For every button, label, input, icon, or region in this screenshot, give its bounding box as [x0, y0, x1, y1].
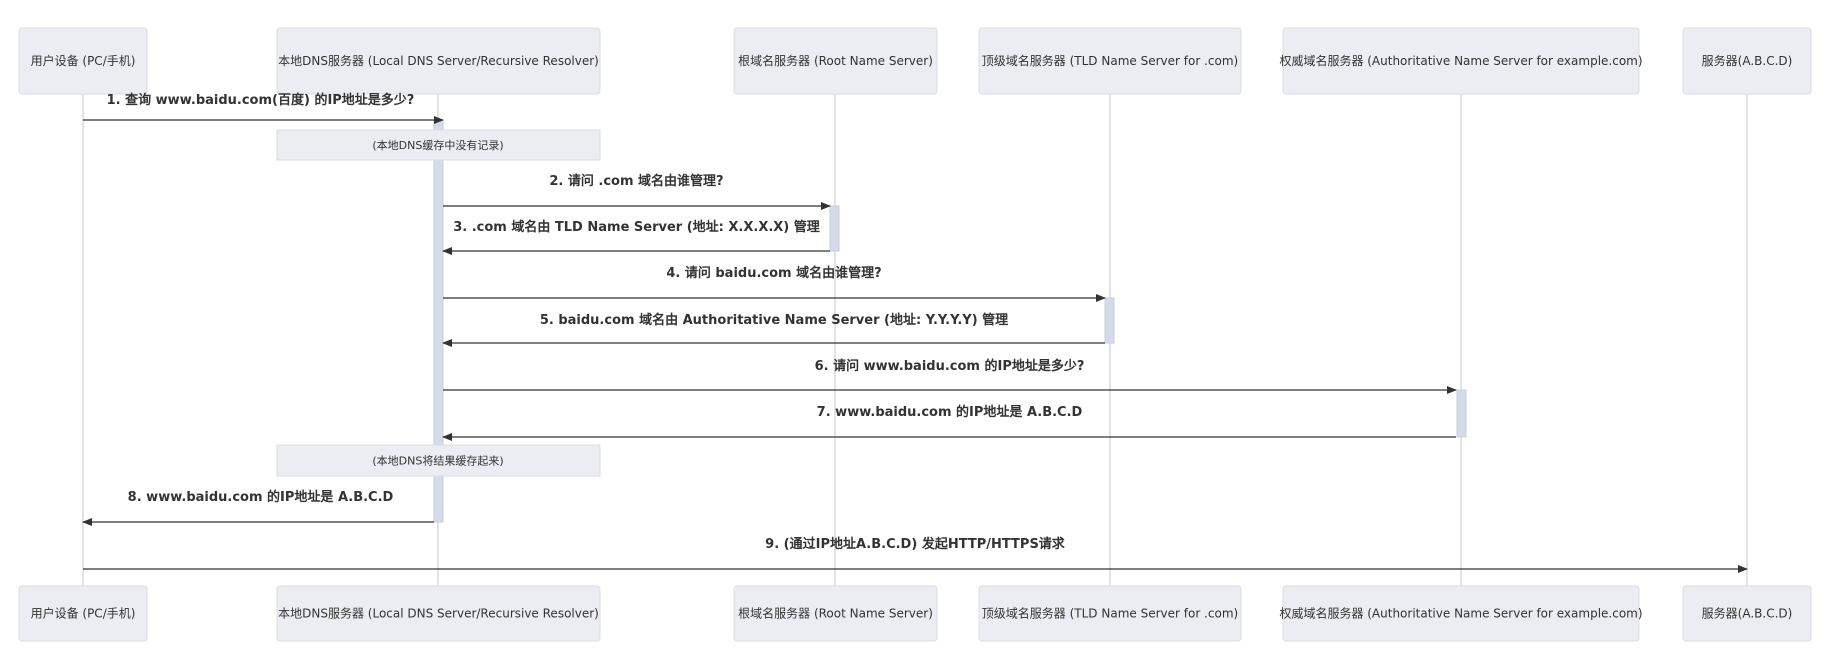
- message-label: 9. (通过IP地址A.B.C.D) 发起HTTP/HTTPS请求: [765, 536, 1066, 552]
- message: 5. baidu.com 域名由 Authoritative Name Serv…: [442, 312, 1105, 347]
- message: 8. www.baidu.com 的IP地址是 A.B.C.D: [82, 489, 434, 526]
- message: 2. 请问 .com 域名由谁管理?: [443, 173, 831, 210]
- note: (本地DNS缓存中没有记录): [276, 129, 601, 161]
- participant-label: 权威域名服务器 (Authoritative Name Server for e…: [1279, 606, 1642, 621]
- participant-bottom[interactable]: 根域名服务器 (Root Name Server): [733, 585, 938, 642]
- sequence-diagram: 用户设备 (PC/手机) 用户设备 (PC/手机) 本地DNS服务器 (Local …: [18, 27, 1812, 642]
- participant-label: 根域名服务器 (Root Name Server): [738, 606, 933, 621]
- participant-label: 顶级域名服务器 (TLD Name Server for .com): [982, 606, 1238, 621]
- message-label: 7. www.baidu.com 的IP地址是 A.B.C.D: [817, 404, 1083, 420]
- participant-top[interactable]: 顶级域名服务器 (TLD Name Server for .com): [978, 27, 1242, 95]
- message-label: 2. 请问 .com 域名由谁管理?: [549, 173, 723, 189]
- participant-top[interactable]: 用户设备 (PC/手机): [18, 27, 148, 95]
- participant-label: 用户设备 (PC/手机): [31, 53, 136, 68]
- participant-label: 服务器(A.B.C.D): [1702, 53, 1793, 68]
- message-label: 3. .com 域名由 TLD Name Server (地址: X.X.X.X…: [453, 219, 820, 235]
- participant-top[interactable]: 本地DNS服务器 (Local DNS Server/Recursive Res…: [276, 27, 601, 95]
- participant-label: 本地DNS服务器 (Local DNS Server/Recursive Res…: [278, 53, 599, 68]
- participant-label: 权威域名服务器 (Authoritative Name Server for e…: [1279, 53, 1642, 68]
- message: 1. 查询 www.baidu.com(百度) 的IP地址是多少?: [83, 92, 444, 124]
- message: 3. .com 域名由 TLD Name Server (地址: X.X.X.X…: [442, 219, 830, 255]
- message-label: 5. baidu.com 域名由 Authoritative Name Serv…: [540, 312, 1008, 328]
- note-text: (本地DNS将结果缓存起来): [372, 454, 503, 468]
- participant-bottom[interactable]: 本地DNS服务器 (Local DNS Server/Recursive Res…: [276, 585, 601, 642]
- participant-label: 用户设备 (PC/手机): [31, 606, 136, 621]
- participant-bottom[interactable]: 用户设备 (PC/手机): [18, 585, 148, 642]
- participant-top[interactable]: 根域名服务器 (Root Name Server): [733, 27, 938, 95]
- activation-bar: [1456, 389, 1467, 438]
- message: 6. 请问 www.baidu.com 的IP地址是多少?: [443, 358, 1457, 394]
- participant-bottom[interactable]: 权威域名服务器 (Authoritative Name Server for e…: [1279, 585, 1643, 642]
- message: 7. www.baidu.com 的IP地址是 A.B.C.D: [442, 404, 1456, 441]
- message-label: 8. www.baidu.com 的IP地址是 A.B.C.D: [128, 489, 394, 505]
- message: 4. 请问 baidu.com 域名由谁管理?: [443, 265, 1106, 302]
- note: (本地DNS将结果缓存起来): [276, 444, 601, 477]
- activation-bar: [1104, 297, 1115, 344]
- participant-label: 顶级域名服务器 (TLD Name Server for .com): [982, 53, 1238, 68]
- participant-label: 服务器(A.B.C.D): [1702, 606, 1793, 621]
- note-text: (本地DNS缓存中没有记录): [372, 138, 503, 152]
- activation-bar: [829, 205, 840, 252]
- participant-top[interactable]: 权威域名服务器 (Authoritative Name Server for e…: [1279, 27, 1643, 95]
- participant-bottom[interactable]: 服务器(A.B.C.D): [1682, 585, 1812, 642]
- participant-top[interactable]: 服务器(A.B.C.D): [1682, 27, 1812, 95]
- message-label: 1. 查询 www.baidu.com(百度) 的IP地址是多少?: [107, 92, 415, 108]
- participant-bottom[interactable]: 顶级域名服务器 (TLD Name Server for .com): [978, 585, 1242, 642]
- message-label: 4. 请问 baidu.com 域名由谁管理?: [666, 265, 881, 281]
- participant-label: 根域名服务器 (Root Name Server): [738, 53, 933, 68]
- message: 9. (通过IP地址A.B.C.D) 发起HTTP/HTTPS请求: [83, 536, 1748, 573]
- message-label: 6. 请问 www.baidu.com 的IP地址是多少?: [815, 358, 1085, 374]
- participant-label: 本地DNS服务器 (Local DNS Server/Recursive Res…: [278, 606, 599, 621]
